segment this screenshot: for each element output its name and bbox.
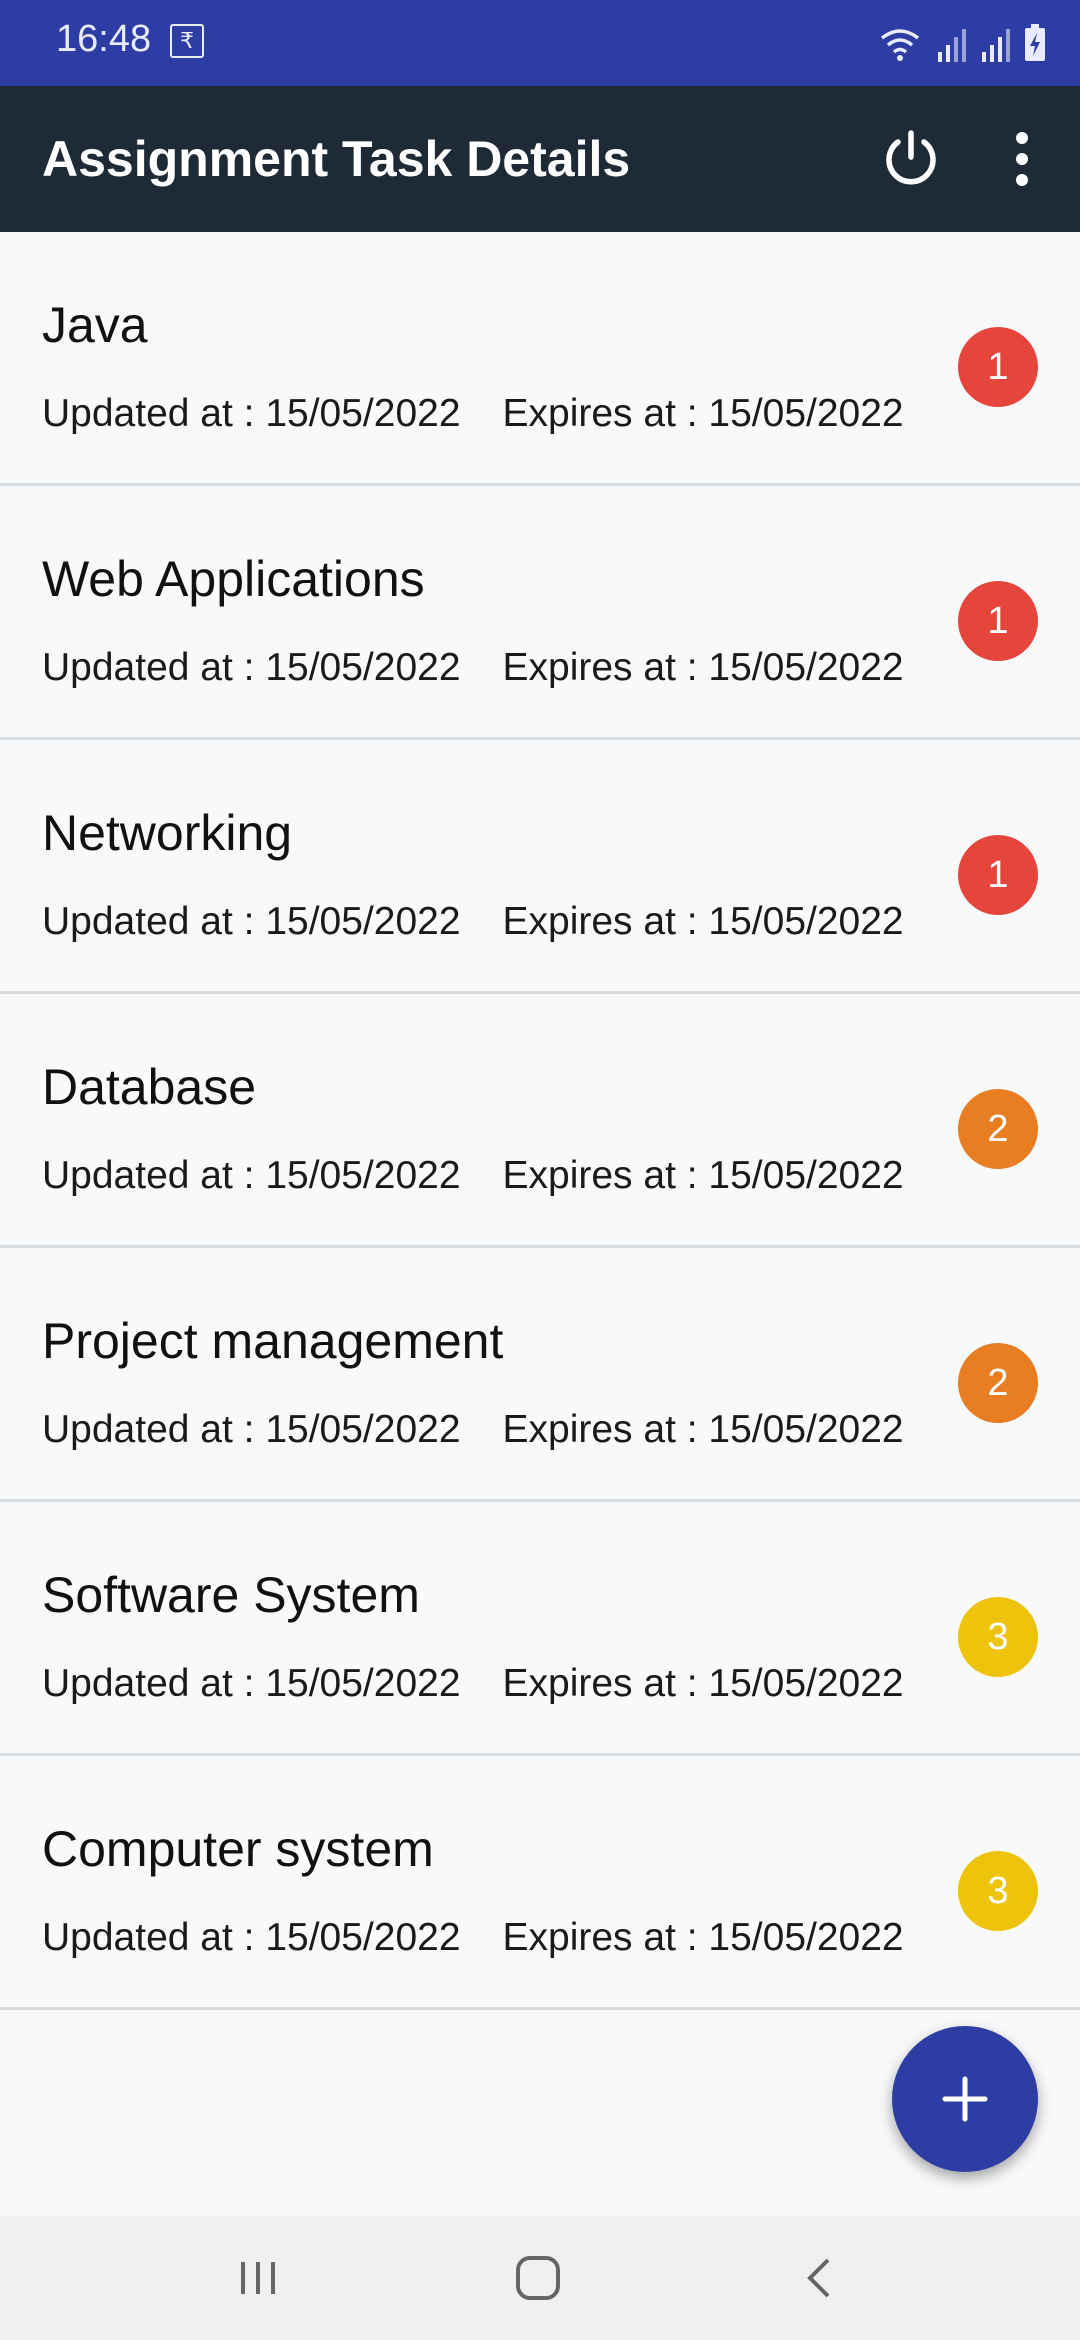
task-list: Java Updated at : 15/05/2022 Expires at : … — [0, 232, 1080, 2010]
signal-icon — [938, 29, 966, 62]
home-icon — [516, 2256, 560, 2300]
task-title: Networking — [42, 805, 293, 861]
status-bar: 16:48 ₹ — [0, 0, 1080, 86]
task-dates: Updated at : 15/05/2022 Expires at : 15/0… — [42, 392, 904, 436]
system-nav-bar — [0, 2216, 1080, 2340]
page-title: Assignment Task Details — [42, 131, 631, 187]
task-title: Project management — [42, 1313, 504, 1369]
priority-badge: 1 — [958, 327, 1038, 407]
rupee-icon: ₹ — [170, 24, 204, 58]
priority-badge: 1 — [958, 581, 1038, 661]
expires-date: Expires at : 15/05/2022 — [502, 900, 904, 943]
priority-badge: 1 — [958, 835, 1038, 915]
task-title: Software System — [42, 1567, 420, 1623]
task-title: Web Applications — [42, 551, 425, 607]
task-title: Java — [42, 297, 148, 353]
updated-date: Updated at : 15/05/2022 — [42, 1662, 461, 1705]
app-bar: Assignment Task Details — [0, 86, 1080, 232]
updated-date: Updated at : 15/05/2022 — [42, 1408, 461, 1451]
expires-date: Expires at : 15/05/2022 — [502, 392, 904, 435]
expires-date: Expires at : 15/05/2022 — [502, 1408, 904, 1451]
expires-date: Expires at : 15/05/2022 — [502, 1154, 904, 1197]
task-list-item[interactable]: Project management Updated at : 15/05/202… — [0, 1248, 1080, 1502]
updated-date: Updated at : 15/05/2022 — [42, 646, 461, 689]
task-dates: Updated at : 15/05/2022 Expires at : 15/0… — [42, 1408, 904, 1452]
signal-icon — [982, 29, 1010, 62]
task-dates: Updated at : 15/05/2022 Expires at : 15/0… — [42, 1916, 904, 1960]
priority-badge: 3 — [958, 1597, 1038, 1677]
priority-badge: 3 — [958, 1851, 1038, 1931]
task-dates: Updated at : 15/05/2022 Expires at : 15/0… — [42, 1662, 904, 1706]
add-icon — [942, 2076, 988, 2122]
status-time: 16:48 — [56, 18, 152, 60]
add-task-button[interactable] — [892, 2026, 1038, 2172]
expires-date: Expires at : 15/05/2022 — [502, 1916, 904, 1959]
recents-icon — [241, 2262, 275, 2294]
updated-date: Updated at : 15/05/2022 — [42, 1916, 461, 1959]
task-list-item[interactable]: Networking Updated at : 15/05/2022 Expires… — [0, 740, 1080, 994]
priority-badge: 2 — [958, 1343, 1038, 1423]
updated-date: Updated at : 15/05/2022 — [42, 1154, 461, 1197]
task-list-item[interactable]: Computer system Updated at : 15/05/2022 Ex… — [0, 1756, 1080, 2010]
task-title: Computer system — [42, 1821, 434, 1877]
task-dates: Updated at : 15/05/2022 Expires at : 15/0… — [42, 1154, 904, 1198]
task-dates: Updated at : 15/05/2022 Expires at : 15/0… — [42, 646, 904, 690]
wifi-icon — [880, 29, 920, 61]
home-button[interactable] — [498, 2246, 578, 2310]
priority-badge: 2 — [958, 1089, 1038, 1169]
updated-date: Updated at : 15/05/2022 — [42, 900, 461, 943]
task-list-item[interactable]: Database Updated at : 15/05/2022 Expires a… — [0, 994, 1080, 1248]
more-options-button[interactable] — [1002, 128, 1042, 190]
task-list-item[interactable]: Software System Updated at : 15/05/2022 Ex… — [0, 1502, 1080, 1756]
battery-charging-icon — [1025, 24, 1045, 61]
more-vert-icon — [1016, 132, 1028, 186]
expires-date: Expires at : 15/05/2022 — [502, 1662, 904, 1705]
back-button[interactable] — [780, 2246, 860, 2310]
power-button[interactable] — [880, 128, 942, 190]
recents-button[interactable] — [218, 2246, 298, 2310]
task-title: Database — [42, 1059, 257, 1115]
back-icon — [807, 2258, 830, 2298]
task-dates: Updated at : 15/05/2022 Expires at : 15/0… — [42, 900, 904, 944]
updated-date: Updated at : 15/05/2022 — [42, 392, 461, 435]
task-list-item[interactable]: Web Applications Updated at : 15/05/2022 E… — [0, 486, 1080, 740]
status-icons — [878, 22, 1046, 62]
task-list-item[interactable]: Java Updated at : 15/05/2022 Expires at : … — [0, 232, 1080, 486]
expires-date: Expires at : 15/05/2022 — [502, 646, 904, 689]
power-icon — [886, 130, 936, 185]
